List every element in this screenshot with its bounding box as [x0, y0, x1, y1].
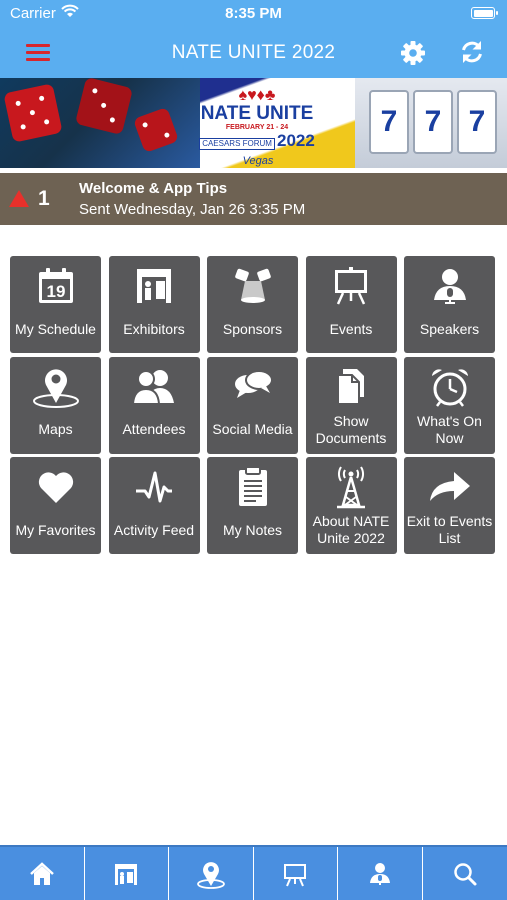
bottom-tab-bar — [0, 845, 507, 900]
map-pin-icon — [10, 365, 101, 409]
status-bar: Carrier 8:35 PM — [0, 0, 507, 28]
alert-icon — [9, 190, 29, 207]
pulse-icon — [109, 465, 200, 509]
tile-my-notes[interactable]: My Notes — [207, 457, 298, 554]
tile-label: Exit to Events List — [406, 513, 493, 546]
tile-about[interactable]: About NATE Unite 2022 — [305, 457, 397, 554]
speaker-icon — [404, 264, 495, 308]
tab-events[interactable] — [254, 847, 338, 900]
tile-maps[interactable]: Maps — [10, 356, 101, 454]
tile-label: Exhibitors — [123, 320, 185, 337]
app-header: NATE UNITE 2022 — [0, 28, 507, 78]
battery-icon — [471, 7, 498, 19]
tower-icon — [306, 465, 397, 509]
app-title: NATE UNITE 2022 — [171, 42, 336, 63]
people-icon — [109, 365, 200, 409]
tab-search[interactable] — [423, 847, 507, 900]
chat-bubbles-icon — [207, 365, 298, 409]
tile-whats-on-now[interactable]: What's On Now — [404, 356, 495, 454]
tile-label: Speakers — [419, 320, 480, 337]
tile-exhibitors[interactable]: Exhibitors — [108, 256, 200, 353]
tile-label: Attendees — [122, 421, 186, 437]
easel-icon — [306, 264, 397, 308]
notification-count: 1 — [38, 187, 50, 210]
alarm-clock-icon — [404, 365, 495, 409]
spotlight-icon — [207, 264, 298, 308]
tile-label: Sponsors — [222, 320, 283, 337]
tile-label: Events — [329, 320, 373, 337]
documents-icon — [306, 365, 397, 409]
logo-name: NATE UNITE — [200, 103, 314, 124]
tile-exit-to-events-list[interactable]: Exit to Events List — [404, 457, 495, 554]
logo-venue: CAESARS FORUM — [199, 138, 275, 150]
tile-label: My Schedule — [15, 320, 96, 337]
tile-sponsors[interactable]: Sponsors — [207, 256, 298, 353]
notification-bar[interactable]: 1 Welcome & App Tips Sent Wednesday, Jan… — [0, 173, 507, 225]
playing-cards-icon: ♠♥♦♣ — [238, 87, 276, 104]
refresh-icon[interactable] — [459, 39, 485, 65]
calendar-icon: 19 — [10, 264, 101, 308]
logo-year: 2022 — [276, 131, 315, 150]
booth-icon — [109, 264, 200, 308]
tile-my-schedule[interactable]: 19 My Schedule — [10, 256, 101, 353]
tile-label: About NATE Unite 2022 — [312, 513, 390, 546]
tab-speakers[interactable] — [338, 847, 423, 900]
dice-image — [0, 78, 200, 168]
logo-vegas: Vegas — [242, 155, 274, 167]
tile-label: Activity Feed — [113, 521, 195, 538]
search-icon — [454, 862, 477, 885]
tile-label: My Favorites — [15, 521, 96, 538]
gear-icon[interactable] — [400, 40, 426, 66]
speaker-icon — [369, 862, 390, 885]
calendar-day: 19 — [46, 282, 65, 301]
home-icon — [29, 861, 54, 885]
tile-activity-feed[interactable]: Activity Feed — [108, 457, 200, 554]
tab-home[interactable] — [0, 847, 85, 900]
tile-label: What's On Now — [417, 412, 482, 446]
feature-grid: 19 My Schedule Exhibitors Sponsors Event… — [10, 256, 496, 554]
notification-title: Welcome & App Tips — [79, 180, 228, 197]
tile-label: Show Documents — [315, 412, 387, 446]
tile-show-documents[interactable]: Show Documents — [305, 356, 397, 454]
tile-label: My Notes — [222, 521, 283, 538]
notification-subtitle: Sent Wednesday, Jan 26 3:35 PM — [79, 201, 306, 218]
tile-label: Social Media — [212, 421, 293, 437]
slot-reel-2: 7 — [413, 90, 453, 154]
tile-my-favorites[interactable]: My Favorites — [10, 457, 101, 554]
clock: 8:35 PM — [225, 5, 282, 22]
event-banner: 7 7 7 ♠♥♦♣ NATE UNITE FEBRUARY 21 - 24 C… — [0, 78, 507, 168]
tile-events[interactable]: Events — [305, 256, 397, 353]
heart-icon — [10, 465, 101, 509]
tile-social-media[interactable]: Social Media — [207, 356, 298, 454]
slot-reel-1: 7 — [369, 90, 409, 154]
map-pin-icon — [196, 861, 225, 889]
easel-icon — [284, 863, 307, 886]
event-logo: ♠♥♦♣ NATE UNITE FEBRUARY 21 - 24 CAESARS… — [186, 87, 328, 167]
tile-label: Maps — [38, 421, 73, 437]
clipboard-icon — [207, 465, 298, 509]
exit-arrow-icon — [404, 465, 495, 509]
logo-dates: FEBRUARY 21 - 24 — [225, 124, 289, 131]
tab-exhibitors[interactable] — [85, 847, 169, 900]
tab-maps[interactable] — [169, 847, 254, 900]
slot-machine-image: 7 7 7 — [355, 78, 507, 168]
slot-reel-3: 7 — [457, 90, 497, 154]
booth-icon — [115, 863, 138, 885]
tile-speakers[interactable]: Speakers — [404, 256, 495, 353]
tile-attendees[interactable]: Attendees — [108, 356, 200, 454]
